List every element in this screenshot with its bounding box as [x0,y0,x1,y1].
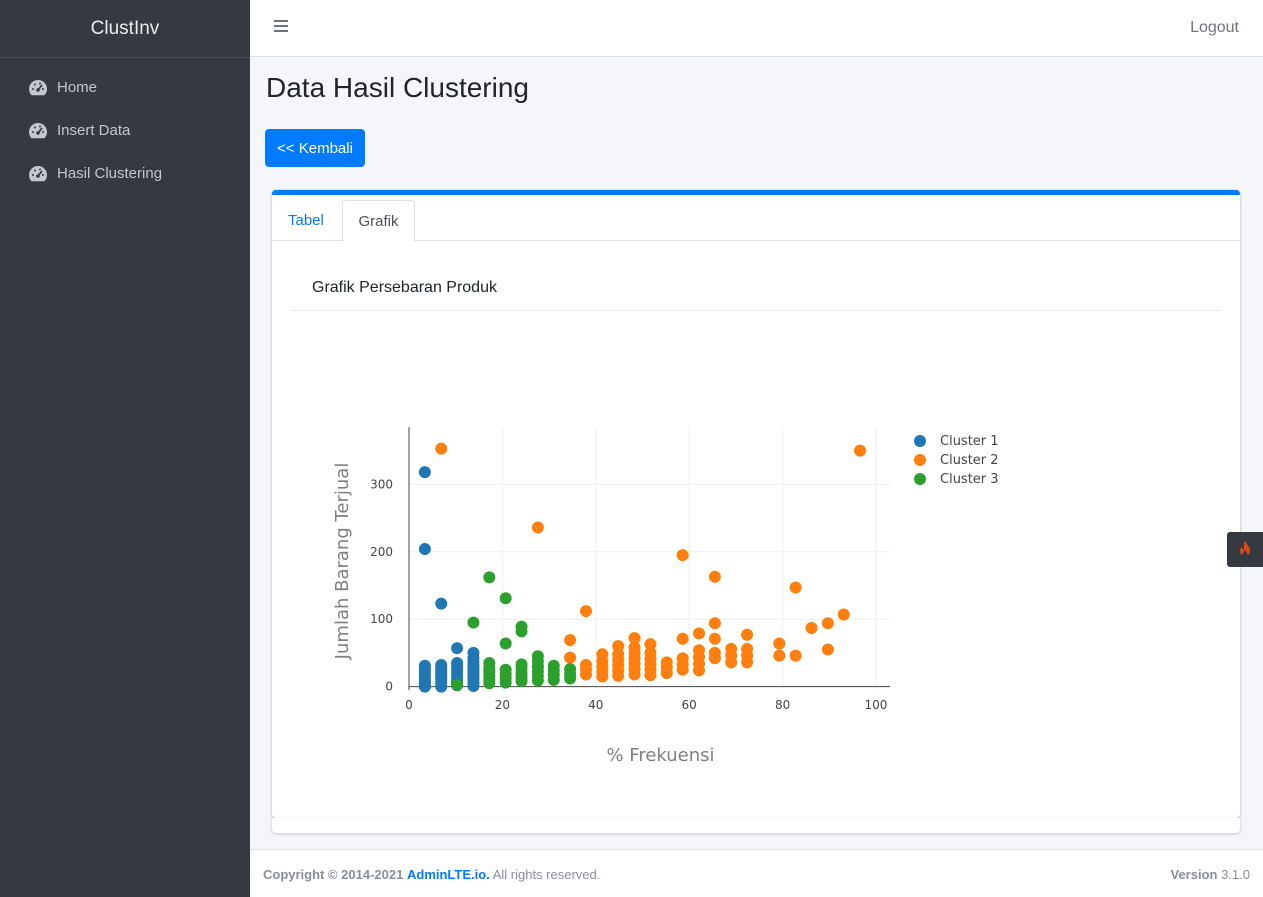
x-tick-label: 100 [865,698,888,712]
legend-label[interactable]: Cluster 1 [940,434,999,449]
tachometer-icon [29,166,47,182]
back-button[interactable]: << Kembali [265,129,365,167]
x-tick-label: 40 [588,698,603,712]
footer-version: Version 3.1.0 [1170,867,1250,882]
flame-icon [1240,540,1250,557]
data-point-cluster-2[interactable] [579,605,592,618]
data-point-cluster-3[interactable] [483,571,496,584]
data-point-cluster-3[interactable] [499,637,512,650]
data-point-cluster-3[interactable] [515,658,528,671]
card-footer-edge [272,818,1240,833]
data-point-cluster-2[interactable] [708,632,721,645]
tachometer-icon [29,123,47,139]
data-point-cluster-2[interactable] [725,642,738,655]
data-point-cluster-2[interactable] [676,652,689,665]
data-point-cluster-2[interactable] [821,617,834,630]
data-point-cluster-2[interactable] [805,621,818,634]
x-tick-label: 20 [495,698,510,712]
data-point-cluster-2[interactable] [854,444,867,457]
data-point-cluster-1[interactable] [418,543,431,556]
footer-link[interactable]: AdminLTE.io. [407,867,490,882]
y-tick-label: 0 [385,680,393,694]
data-point-cluster-3[interactable] [547,659,560,672]
data-point-cluster-2[interactable] [564,634,577,647]
version-label: Version [1170,867,1218,882]
data-point-cluster-2[interactable] [741,628,754,641]
data-point-cluster-3[interactable] [467,616,480,629]
data-point-cluster-2[interactable] [708,617,721,630]
data-point-cluster-1[interactable] [451,642,464,655]
data-point-cluster-2[interactable] [660,656,673,669]
tachometer-icon [29,80,47,96]
x-tick-label: 60 [682,698,697,712]
data-point-cluster-2[interactable] [789,581,802,594]
data-point-cluster-2[interactable] [644,638,657,651]
footer-copyright: Copyright © 2014-2021 AdminLTE.io. All r… [263,867,600,882]
data-point-cluster-3[interactable] [531,650,544,663]
y-axis-title: Jumlah Barang Terjual [332,463,353,661]
data-point-cluster-3[interactable] [515,620,528,633]
data-point-cluster-2[interactable] [837,608,850,621]
data-point-cluster-2[interactable] [693,644,706,657]
legend-marker [914,473,926,485]
scatter-chart[interactable]: 0 20 40 60 80 100 0 100 200 300 % Frekuensi Jumlah … [272,195,1032,785]
x-tick-label: 80 [775,698,790,712]
data-point-cluster-2[interactable] [596,648,609,661]
data-point-cluster-2[interactable] [435,442,448,455]
rights-text: All rights reserved. [492,867,601,882]
legend-marker [914,435,926,447]
menu-toggle-icon[interactable] [274,20,288,34]
data-point-cluster-3[interactable] [499,592,512,605]
brand-logo[interactable]: ClustInv [0,0,250,58]
data-point-cluster-2[interactable] [773,637,786,650]
data-point-cluster-2[interactable] [628,632,641,645]
logout-link[interactable]: Logout [1190,19,1239,37]
sidebar: ClustInv Home Insert Data Hasil Clusteri… [0,0,250,897]
data-point-cluster-2[interactable] [676,549,689,562]
x-axis-title: % Frekuensi [606,745,714,766]
data-point-cluster-3[interactable] [564,663,577,676]
sidebar-item-insert-data[interactable]: Insert Data [0,109,250,152]
sidebar-item-hasil-clustering[interactable]: Hasil Clustering [0,152,250,195]
x-tick-label: 0 [405,698,413,712]
legend-marker [914,454,926,466]
sidebar-item-home[interactable]: Home [0,66,250,109]
data-point-cluster-1[interactable] [451,657,464,670]
fire-icon[interactable] [1227,532,1263,567]
data-point-cluster-2[interactable] [773,649,786,662]
data-point-cluster-1[interactable] [435,597,448,610]
data-point-cluster-2[interactable] [821,643,834,656]
data-point-cluster-3[interactable] [499,663,512,676]
data-point-cluster-2[interactable] [741,642,754,655]
y-tick-label: 100 [370,612,393,626]
footer: Copyright © 2014-2021 AdminLTE.io. All r… [250,849,1263,897]
sidebar-nav: Home Insert Data Hasil Clustering [0,58,250,195]
data-point-cluster-2[interactable] [693,627,706,640]
page-title: Data Hasil Clustering [266,72,529,103]
data-point-cluster-2[interactable] [789,649,802,662]
data-point-cluster-3[interactable] [483,657,496,670]
data-point-cluster-2[interactable] [564,651,577,664]
data-point-cluster-1[interactable] [418,659,431,672]
y-tick-label: 300 [370,477,393,491]
legend-label[interactable]: Cluster 3 [940,472,999,487]
copyright-text: Copyright © 2014-2021 [263,867,404,882]
sidebar-item-label: Insert Data [57,122,131,139]
data-point-cluster-2[interactable] [708,646,721,659]
data-point-cluster-1[interactable] [467,646,480,659]
data-point-cluster-2[interactable] [676,632,689,645]
y-tick-label: 200 [370,545,393,559]
data-point-cluster-2[interactable] [708,570,721,583]
version-value: 3.1.0 [1221,867,1250,882]
legend-label[interactable]: Cluster 2 [940,453,999,468]
sidebar-item-label: Hasil Clustering [57,165,163,182]
data-point-cluster-3[interactable] [451,678,464,691]
sidebar-item-label: Home [57,79,98,96]
data-point-cluster-2[interactable] [579,659,592,672]
data-point-cluster-2[interactable] [531,521,544,534]
top-navbar: Logout [250,0,1263,57]
data-point-cluster-2[interactable] [612,640,625,653]
data-point-cluster-1[interactable] [435,659,448,672]
data-point-cluster-1[interactable] [418,466,431,479]
